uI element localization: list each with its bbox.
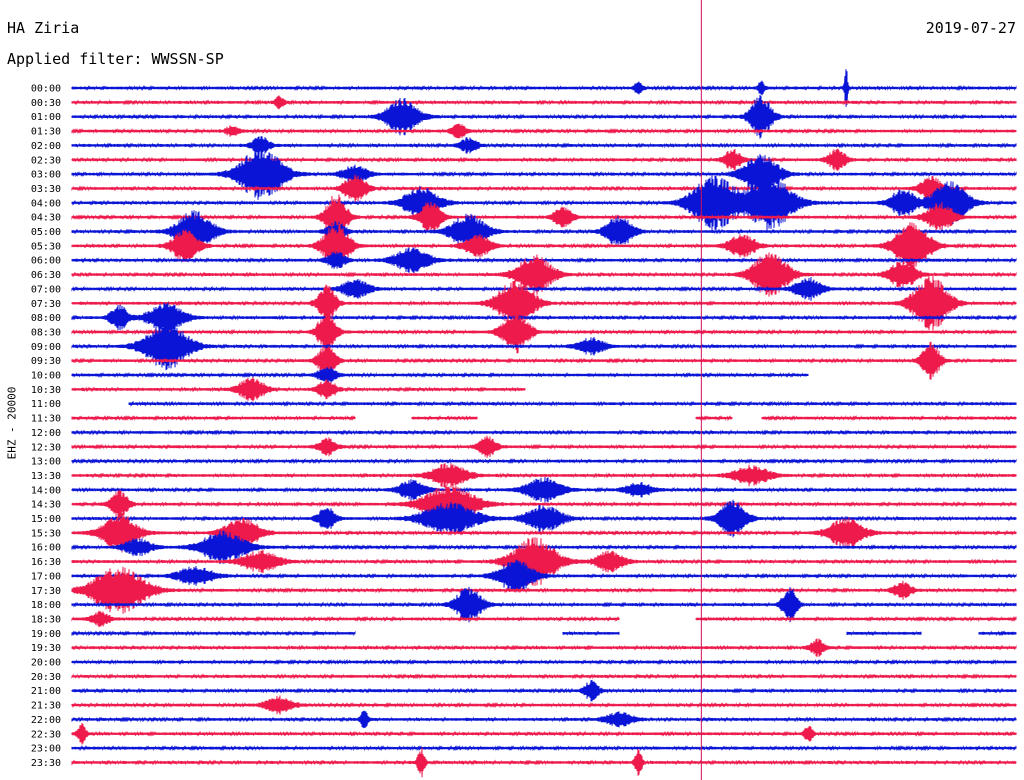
tick-label: 08:00 — [31, 313, 61, 324]
tick-label: 06:30 — [31, 270, 61, 281]
tick-label: 04:30 — [31, 213, 61, 224]
trace-group — [71, 69, 1017, 778]
tick-label: 16:30 — [31, 557, 61, 568]
trace-line — [71, 610, 1017, 628]
trace-line — [71, 174, 1017, 203]
tick-label: 20:00 — [31, 658, 61, 669]
tick-label: 17:00 — [31, 571, 61, 582]
tick-label: 15:00 — [31, 514, 61, 525]
trace-line — [71, 435, 1017, 458]
tick-label: 00:00 — [31, 84, 61, 95]
trace-line — [71, 722, 1017, 745]
tick-label: 15:30 — [31, 528, 61, 539]
seismogram-plot: 00:00 00:30 01:00 01:30 02:00 02:30 03:00 03:30… — [31, 0, 1017, 780]
trace-line — [71, 673, 1017, 680]
tick-label: 21:00 — [31, 686, 61, 697]
trace-line — [71, 695, 1017, 715]
tick-label: 10:30 — [31, 385, 61, 396]
tick-label: 13:30 — [31, 471, 61, 482]
tick-label: 01:30 — [31, 127, 61, 138]
tick-label: 11:00 — [31, 399, 61, 410]
time-axis: 00:00 00:30 01:00 01:30 02:00 02:30 03:00 03:30… — [31, 84, 61, 769]
tick-label: 11:30 — [31, 414, 61, 425]
tick-label: 22:30 — [31, 729, 61, 740]
trace-line — [71, 457, 1017, 465]
trace-line — [71, 586, 1017, 623]
tick-label: 04:00 — [31, 198, 61, 209]
tick-label: 10:00 — [31, 371, 61, 382]
tick-label: 12:30 — [31, 442, 61, 453]
tick-label: 05:30 — [31, 241, 61, 252]
tick-label: 03:00 — [31, 170, 61, 181]
tick-label: 02:00 — [31, 141, 61, 152]
tick-label: 00:30 — [31, 98, 61, 109]
trace-line — [71, 429, 1017, 436]
tick-label: 05:00 — [31, 227, 61, 238]
trace-line — [71, 658, 1017, 666]
tick-label: 19:30 — [31, 643, 61, 654]
trace-line — [71, 638, 1017, 657]
tick-label: 01:00 — [31, 112, 61, 123]
trace-line — [71, 414, 1017, 422]
tick-label: 09:00 — [31, 342, 61, 353]
tick-label: 17:30 — [31, 586, 61, 597]
tick-label: 18:00 — [31, 600, 61, 611]
trace-line — [71, 95, 1017, 110]
tick-label: 21:30 — [31, 701, 61, 712]
tick-label: 23:30 — [31, 758, 61, 769]
tick-label: 20:30 — [31, 672, 61, 683]
trace-line — [71, 148, 1017, 171]
tick-label: 16:00 — [31, 543, 61, 554]
tick-label: 19:00 — [31, 629, 61, 640]
trace-line — [71, 710, 1017, 729]
tick-label: 08:30 — [31, 327, 61, 338]
tick-label: 02:30 — [31, 155, 61, 166]
trace-line — [71, 123, 1017, 139]
trace-line — [71, 377, 526, 402]
trace-line — [71, 136, 1017, 155]
trace-line — [71, 477, 1017, 503]
tick-label: 18:30 — [31, 614, 61, 625]
trace-line — [71, 744, 1017, 752]
tick-label: 07:30 — [31, 299, 61, 310]
tick-label: 06:00 — [31, 256, 61, 267]
trace-line — [71, 302, 1017, 333]
tick-label: 14:00 — [31, 485, 61, 496]
tick-label: 12:00 — [31, 428, 61, 439]
tick-label: 22:00 — [31, 715, 61, 726]
tick-label: 23:00 — [31, 744, 61, 755]
trace-line — [71, 175, 1017, 231]
tick-label: 07:00 — [31, 284, 61, 295]
tick-label: 13:00 — [31, 457, 61, 468]
trace-line — [71, 148, 1017, 200]
trace-line — [71, 366, 809, 384]
trace-line — [71, 630, 1017, 637]
trace-line — [128, 400, 1017, 407]
tick-label: 09:30 — [31, 356, 61, 367]
trace-line — [71, 747, 1017, 778]
tick-label: 14:30 — [31, 500, 61, 511]
tick-label: 03:30 — [31, 184, 61, 195]
trace-line — [71, 680, 1017, 702]
trace-line — [71, 322, 1017, 371]
